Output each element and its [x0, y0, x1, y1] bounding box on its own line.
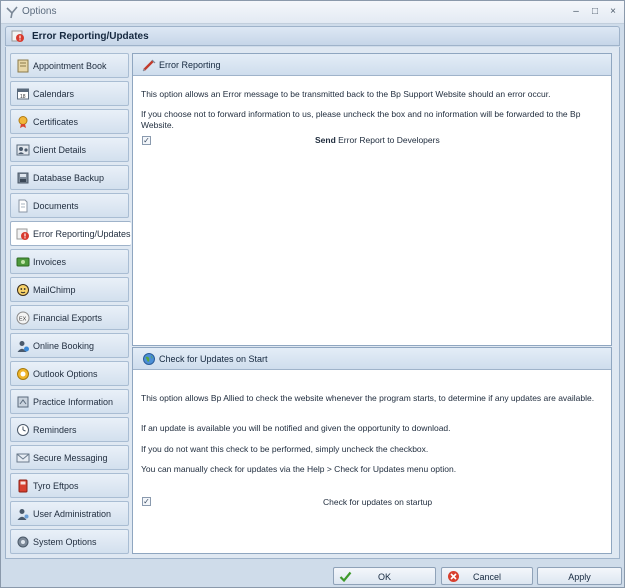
section-header: Error Reporting/Updates: [5, 26, 620, 46]
syringe-icon: [142, 59, 156, 72]
sidebar-item-database-backup[interactable]: Database Backup: [10, 165, 129, 190]
error-reporting-icon: [16, 228, 29, 240]
error-reporting-icon: [11, 30, 24, 42]
sidebar-item-label: Invoices: [33, 257, 67, 267]
invoices-icon: [16, 257, 30, 267]
check-updates-startup-checkbox[interactable]: ✓: [142, 497, 151, 506]
sidebar-item-label: MailChimp: [33, 285, 76, 295]
window-title: Options: [22, 6, 57, 17]
title-bar[interactable]: Options – □ ×: [1, 1, 624, 24]
sidebar-item-label: Database Backup: [33, 173, 105, 183]
sidebar-item-documents[interactable]: Documents: [10, 193, 129, 218]
check-updates-panel-header: Check for Updates on Start: [133, 348, 611, 370]
sidebar-item-online-booking[interactable]: Online Booking: [10, 333, 129, 358]
online-booking-icon: [17, 341, 29, 352]
error-reporting-title: Error Reporting: [159, 60, 221, 70]
sidebar-item-practice-information[interactable]: Practice Information: [10, 389, 129, 414]
sidebar-item-error-reporting-updates[interactable]: Error Reporting/Updates: [10, 221, 131, 246]
maximize-button[interactable]: □: [587, 4, 603, 20]
sidebar-item-label: User Administration: [33, 509, 112, 519]
ok-button[interactable]: OK: [333, 567, 436, 585]
ok-button-label: OK: [377, 572, 391, 582]
sidebar-item-outlook-options[interactable]: Outlook Options: [10, 361, 129, 386]
sidebar-item-label: Calendars: [33, 89, 75, 99]
client-details-icon: [16, 144, 30, 156]
sidebar-item-reminders[interactable]: Reminders: [10, 417, 129, 442]
check-updates-panel: Check for Updates on Start This option a…: [132, 347, 612, 554]
cancel-button-label: Cancel: [472, 572, 501, 582]
options-sidebar: Appointment Book 18 Calendars Certificat…: [10, 53, 131, 555]
cancel-button[interactable]: Cancel: [441, 567, 533, 585]
gear-icon: [17, 536, 29, 548]
check-updates-notify-text: If an update is available you will be no…: [141, 423, 451, 433]
apply-button-label: Apply: [568, 572, 591, 582]
error-reporting-description: This option allows an Error message to b…: [141, 89, 551, 99]
close-button[interactable]: ×: [605, 4, 621, 20]
sidebar-item-certificates[interactable]: Certificates: [10, 109, 129, 134]
sidebar-item-label: Tyro Eftpos: [33, 481, 79, 491]
check-updates-title: Check for Updates on Start: [159, 354, 268, 364]
secure-messaging-icon: [16, 453, 30, 463]
database-backup-icon: [17, 172, 29, 184]
sidebar-item-client-details[interactable]: Client Details: [10, 137, 129, 162]
outlook-icon: [17, 368, 29, 380]
check-updates-startup-label: Check for updates on startup: [323, 497, 433, 507]
sidebar-item-secure-messaging[interactable]: Secure Messaging: [10, 445, 129, 470]
sidebar-item-label: Certificates: [33, 117, 79, 127]
sidebar-item-label: Financial Exports: [33, 313, 103, 323]
error-reporting-panel: Error Reporting This option allows an Er…: [132, 53, 612, 346]
globe-icon: [143, 353, 155, 365]
sidebar-item-label: Secure Messaging: [33, 453, 108, 463]
sidebar-item-label: Client Details: [33, 145, 87, 155]
sidebar-item-label: Error Reporting/Updates: [33, 229, 131, 239]
documents-icon: [18, 199, 28, 213]
sidebar-item-system-options[interactable]: System Options: [10, 529, 129, 554]
sidebar-item-label: System Options: [33, 537, 97, 547]
sidebar-item-mailchimp[interactable]: MailChimp: [10, 277, 129, 302]
sidebar-item-label: Reminders: [33, 425, 77, 435]
svg-text:EX: EX: [19, 317, 27, 323]
sidebar-item-tyro-eftpos[interactable]: Tyro Eftpos: [10, 473, 129, 498]
practice-information-icon: [17, 396, 29, 408]
tyro-eftpos-icon: [18, 479, 28, 493]
error-reporting-panel-header: Error Reporting: [133, 54, 611, 76]
user-administration-icon: [17, 509, 29, 520]
send-error-report-checkbox[interactable]: ✓: [142, 136, 151, 145]
sidebar-item-invoices[interactable]: Invoices: [10, 249, 129, 274]
check-updates-manual-text: You can manually check for updates via t…: [141, 464, 457, 474]
reminders-icon: [17, 424, 29, 436]
send-error-report-label: Send Error Report to Developers: [315, 135, 440, 145]
apply-button[interactable]: Apply: [537, 567, 622, 585]
sidebar-item-appointment-book[interactable]: Appointment Book: [10, 53, 129, 78]
sidebar-item-financial-exports[interactable]: EX Financial Exports: [10, 305, 129, 330]
check-updates-uncheck-text: If you do not want this check to be perf…: [141, 444, 429, 454]
mailchimp-icon: [17, 284, 29, 296]
sidebar-item-label: Online Booking: [33, 341, 95, 351]
financial-exports-icon: EX: [16, 311, 30, 325]
page-title: Error Reporting/Updates: [32, 31, 149, 42]
certificate-icon: [18, 116, 28, 128]
sidebar-item-label: Appointment Book: [33, 61, 107, 71]
calendar-icon: 18: [17, 88, 29, 100]
options-window: Options – □ × Error Reporting/Updates Ap…: [0, 0, 625, 588]
sidebar-item-label: Practice Information: [33, 397, 114, 407]
sidebar-item-label: Documents: [33, 201, 79, 211]
appointment-book-icon: [17, 59, 29, 73]
app-logo-icon: [6, 6, 18, 19]
svg-text:18: 18: [20, 94, 26, 100]
check-updates-description: This option allows Bp Allied to check th…: [141, 393, 595, 403]
sidebar-item-label: Outlook Options: [33, 369, 98, 379]
sidebar-item-user-administration[interactable]: User Administration: [10, 501, 129, 526]
error-reporting-note: If you choose not to forward information…: [141, 109, 581, 130]
sidebar-item-calendars[interactable]: 18 Calendars: [10, 81, 129, 106]
minimize-button[interactable]: –: [568, 4, 584, 20]
